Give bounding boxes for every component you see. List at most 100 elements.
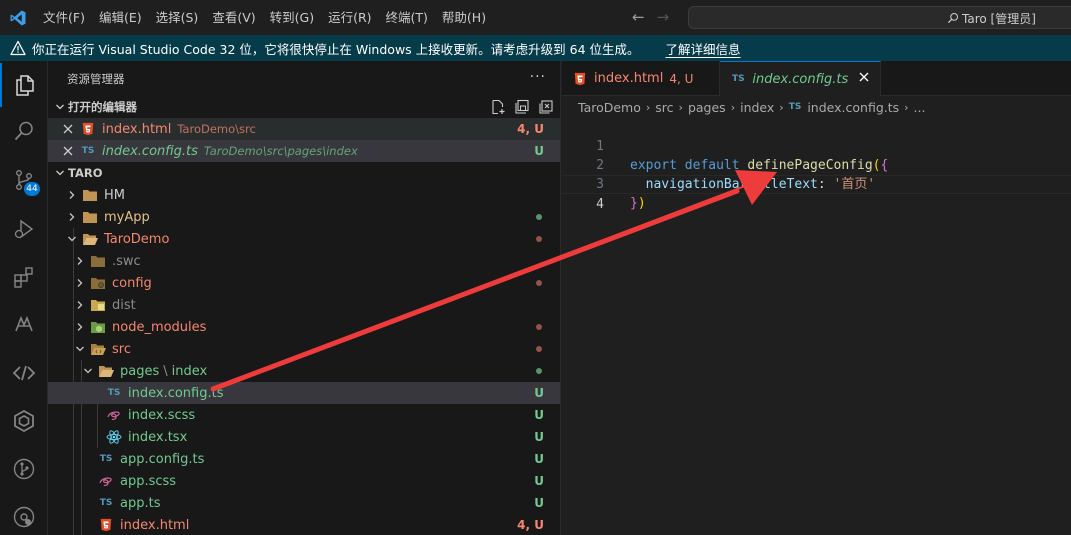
source-control-icon[interactable]: 44: [0, 158, 48, 202]
new-untitled-file-icon[interactable]: [490, 99, 506, 115]
breadcrumb-item[interactable]: index.config.ts: [807, 100, 899, 115]
code-editor[interactable]: 1 export default definePageConfig({ 2 na…: [562, 118, 1071, 212]
command-center-search[interactable]: Taro [管理员]: [688, 6, 1071, 29]
breadcrumb-item[interactable]: pages: [688, 100, 726, 115]
tree-item-folder[interactable]: node_modules: [48, 316, 560, 338]
menu-selection[interactable]: 选择(S): [149, 0, 206, 35]
explorer-title: 资源管理器: [67, 71, 125, 86]
tree-item-folder[interactable]: HM: [48, 184, 560, 206]
breadcrumb-item[interactable]: index: [740, 100, 774, 115]
tree-item-file[interactable]: app.scss U: [48, 470, 560, 492]
status-badge: U: [534, 496, 544, 510]
explorer-header: 资源管理器 ···: [48, 61, 560, 96]
status-dot: [536, 324, 542, 330]
tab-index-html[interactable]: index.html 4, U: [562, 61, 721, 96]
status-dot: [536, 236, 542, 242]
typescript-file-icon: TS: [732, 74, 745, 84]
folder-icon: [90, 253, 106, 269]
menu-terminal[interactable]: 终端(T): [379, 0, 435, 35]
chevron-down-icon: [64, 231, 80, 247]
run-debug-icon[interactable]: [0, 207, 48, 251]
menu-file[interactable]: 文件(F): [36, 0, 92, 35]
menu-run[interactable]: 运行(R): [321, 0, 378, 35]
chevron-right-icon: [72, 297, 88, 313]
status-badge: U: [534, 144, 544, 158]
folder-src-icon: [90, 341, 106, 357]
menu-go[interactable]: 转到(G): [263, 0, 321, 35]
line-number: 4: [596, 197, 604, 212]
close-icon[interactable]: [48, 145, 74, 157]
tree-item-file[interactable]: index.html 4, U: [48, 514, 560, 535]
status-badge: 4, U: [517, 518, 544, 532]
breadcrumb-item[interactable]: TaroDemo: [578, 100, 641, 115]
tree-item-file[interactable]: TS app.config.ts U: [48, 448, 560, 470]
back-arrow-icon[interactable]: ←: [632, 8, 645, 26]
search-icon[interactable]: [0, 109, 48, 153]
breadcrumb-item[interactable]: ...: [914, 100, 926, 115]
extensions-icon[interactable]: [0, 255, 48, 299]
tree-item-folder[interactable]: TaroDemo: [48, 228, 560, 250]
explorer-icon[interactable]: [0, 63, 48, 107]
open-editor-path: TaroDemo\src\pages\index: [203, 144, 358, 158]
status-badge: U: [534, 386, 544, 400]
tree-item-folder[interactable]: .swc: [48, 250, 560, 272]
chevron-right-icon: [72, 275, 88, 291]
close-all-editors-icon[interactable]: [538, 99, 554, 115]
chevron-right-icon: [64, 209, 80, 225]
tree-item-folder[interactable]: myApp: [48, 206, 560, 228]
sass-file-icon: [106, 407, 122, 423]
git-graph-icon[interactable]: [0, 447, 48, 491]
tab-label: index.html: [594, 71, 664, 86]
open-editor-item[interactable]: index.html TaroDemo\src 4, U: [48, 118, 560, 140]
menu-help[interactable]: 帮助(H): [435, 0, 493, 35]
editor-tabs: index.html 4, U TS index.config.ts: [562, 61, 1071, 96]
banner-learn-more-link[interactable]: 了解详细信息: [666, 39, 741, 58]
menu-view[interactable]: 查看(V): [205, 0, 262, 35]
open-editors-section[interactable]: 打开的编辑器: [48, 96, 560, 118]
tree-item-label: TaroDemo: [104, 231, 170, 247]
tree-item-folder[interactable]: src: [48, 338, 560, 360]
code-icon[interactable]: [0, 351, 48, 395]
cube-icon[interactable]: [0, 399, 48, 443]
html-file-icon: [80, 121, 96, 137]
tab-index-config-ts[interactable]: TS index.config.ts: [720, 61, 882, 96]
chevron-right-icon: ›: [904, 100, 909, 114]
open-editor-item[interactable]: TS index.config.ts TaroDemo\src\pages\in…: [48, 140, 560, 162]
tree-item-folder[interactable]: config: [48, 272, 560, 294]
chevron-right-icon: [64, 187, 80, 203]
close-icon[interactable]: [48, 123, 74, 135]
tree-item-file[interactable]: index.tsx U: [48, 426, 560, 448]
update-banner: 你正在运行 Visual Studio Code 32 位，它将很快停止在 Wi…: [0, 35, 1071, 61]
tree-item-label: myApp: [104, 209, 150, 225]
tree-item-label: app.ts: [120, 495, 161, 511]
git-lens-icon[interactable]: [0, 495, 48, 535]
save-all-icon[interactable]: [514, 99, 530, 115]
forward-arrow-icon[interactable]: →: [657, 8, 670, 26]
activity-bar: 44: [0, 61, 48, 535]
tree-item-label: index.tsx: [128, 429, 188, 445]
typescript-file-icon: TS: [107, 388, 121, 398]
tree-item-label: index.config.ts: [128, 385, 224, 401]
workspace-title: TARO: [68, 166, 103, 180]
tree-item-label: pages: [120, 363, 160, 379]
tree-item-label: dist: [112, 297, 136, 313]
code-line: 2 navigationBarTitleText: '首页': [562, 137, 1071, 192]
tree-item-file[interactable]: index.scss U: [48, 404, 560, 426]
menu-edit[interactable]: 编辑(E): [92, 0, 149, 35]
status-badge: U: [534, 474, 544, 488]
tree-item-file[interactable]: TS app.ts U: [48, 492, 560, 514]
source-control-badge: 44: [24, 182, 40, 196]
remote-explorer-icon[interactable]: [0, 303, 48, 347]
workspace-section[interactable]: TARO: [48, 162, 560, 184]
tree-item-file[interactable]: TS index.config.ts U: [48, 382, 560, 404]
tree-item-folder[interactable]: dist: [48, 294, 560, 316]
breadcrumb-item[interactable]: src: [655, 100, 673, 115]
typescript-file-icon: TS: [788, 102, 802, 112]
tree-item-folder[interactable]: pages \ index: [48, 360, 560, 382]
code-line-current: 4: [562, 175, 1071, 212]
more-actions-icon[interactable]: ···: [530, 69, 546, 85]
chevron-right-icon: [72, 253, 88, 269]
path-separator: \: [163, 363, 168, 379]
close-icon[interactable]: [858, 71, 870, 87]
open-editors-title: 打开的编辑器: [68, 100, 137, 114]
